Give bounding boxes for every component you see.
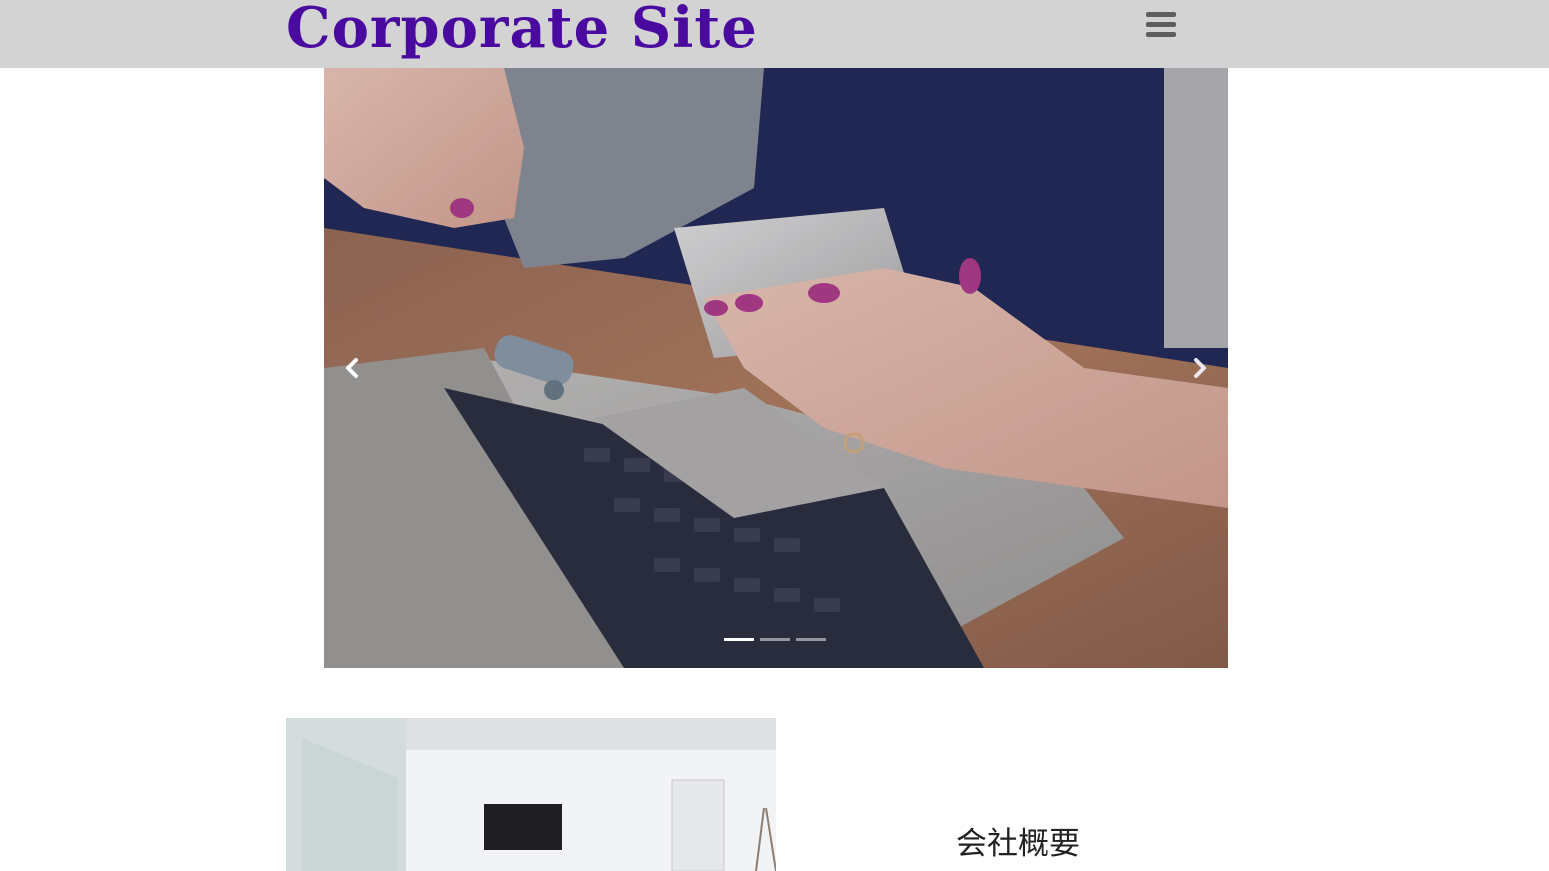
carousel-prev-button[interactable] <box>334 350 370 386</box>
menu-bar <box>1146 32 1176 37</box>
menu-bar <box>1146 22 1176 27</box>
carousel-indicators <box>724 638 834 642</box>
carousel-indicator-2[interactable] <box>760 638 790 641</box>
carousel-indicator-1[interactable] <box>724 638 754 641</box>
office-photo <box>286 718 776 871</box>
carousel-indicator-3[interactable] <box>796 638 826 641</box>
hamburger-menu-icon[interactable] <box>1144 10 1178 42</box>
about-office-image <box>286 718 776 871</box>
carousel-next-button[interactable] <box>1182 350 1218 386</box>
menu-bar <box>1146 12 1176 17</box>
chevron-right-icon <box>1194 358 1206 378</box>
chevron-left-icon <box>346 358 358 378</box>
site-header: Corporate Site <box>0 0 1549 68</box>
hero-carousel <box>324 68 1228 668</box>
carousel-slide-image <box>324 68 1228 668</box>
site-logo[interactable]: Corporate Site <box>286 0 758 62</box>
about-section-title: 会社概要 <box>956 826 1080 862</box>
